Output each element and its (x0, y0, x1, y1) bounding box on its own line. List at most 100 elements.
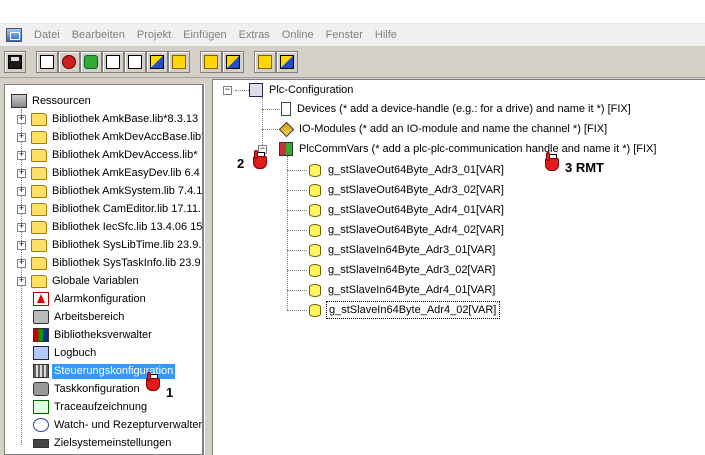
login-icon (172, 55, 186, 69)
tree-item-var[interactable]: g_stSlaveOut64Byte_Adr4_01[VAR] (309, 201, 506, 219)
logout-button[interactable] (200, 51, 222, 73)
target-system-icon (33, 438, 49, 448)
trace-icon (33, 400, 49, 414)
doc-icon (128, 55, 142, 69)
expand-toggle[interactable]: + (17, 133, 26, 142)
tree-root-ressourcen[interactable]: Ressourcen (11, 92, 93, 110)
tree-item-var[interactable]: g_stSlaveIn64Byte_Adr3_02[VAR] (309, 261, 497, 279)
hand-pointer-icon (146, 372, 160, 392)
tree-line (287, 170, 307, 171)
folder-icon (31, 202, 47, 216)
expand-toggle[interactable]: + (17, 241, 26, 250)
stop-icon (62, 55, 76, 69)
tree-item-systaskinfo[interactable]: Bibliothek SysTaskInfo.lib 23.9 (31, 254, 202, 272)
annotation-step-1: 1 (166, 385, 174, 400)
tree-item-arbeitsbereich[interactable]: Arbeitsbereich (33, 308, 126, 326)
device-icon (281, 102, 291, 116)
tree-item-io-modules[interactable]: IO-Modules (* add an IO-module and name … (278, 120, 609, 138)
tree-item-alarmkonfiguration[interactable]: Alarmkonfiguration (33, 290, 148, 308)
expand-toggle[interactable]: + (17, 205, 26, 214)
folder-icon (31, 238, 47, 252)
tree-item-syslibtime[interactable]: Bibliothek SysLibTime.lib 23.9. (31, 236, 202, 254)
menu-extras[interactable]: Extras (233, 24, 276, 46)
menu-einfuegen[interactable]: Einfügen (177, 24, 232, 46)
expand-toggle[interactable]: + (17, 277, 26, 286)
tree-line (287, 290, 307, 291)
variable-icon (309, 243, 321, 257)
hand-pointer-icon (253, 150, 267, 170)
tree-item-amkdevaccess[interactable]: Bibliothek AmkDevAccess.lib* (31, 146, 200, 164)
folder-icon (31, 184, 47, 198)
tree-item-bibliotheksverwalter[interactable]: Bibliotheksverwalter (33, 326, 154, 344)
panel-splitter[interactable] (204, 84, 212, 455)
folder-icon (31, 130, 47, 144)
tree-item-amksystem[interactable]: Bibliothek AmkSystem.lib 7.4.1 (31, 182, 202, 200)
menu-online[interactable]: Online (276, 24, 320, 46)
variable-icon (309, 203, 321, 217)
list-button[interactable] (102, 51, 124, 73)
menu-fenster[interactable]: Fenster (320, 24, 369, 46)
collapse-toggle[interactable]: − (223, 86, 232, 95)
tree-item-var[interactable]: g_stSlaveOut64Byte_Adr4_02[VAR] (309, 221, 506, 239)
magnifier-icon (33, 418, 49, 432)
compile-button[interactable] (36, 51, 58, 73)
online-button[interactable] (222, 51, 244, 73)
tree-item-zielsystemeinstellungen[interactable]: Zielsystemeinstellungen (33, 434, 173, 452)
task-icon (33, 382, 49, 396)
tree-item-var[interactable]: g_stSlaveIn64Byte_Adr4_02[VAR] (309, 301, 501, 319)
folder-icon (31, 274, 47, 288)
tree-item-amkeasydev[interactable]: Bibliothek AmkEasyDev.lib 6.4 (31, 164, 202, 182)
load-button[interactable] (146, 51, 168, 73)
tree-line (287, 310, 307, 311)
plc-configuration-panel: − Plc-Configuration Devices (* add a dev… (212, 79, 705, 455)
io-module-icon (278, 121, 295, 137)
tree-item-var[interactable]: g_stSlaveIn64Byte_Adr3_01[VAR] (309, 241, 497, 259)
tree-item-var[interactable]: g_stSlaveOut64Byte_Adr3_02[VAR] (309, 181, 506, 199)
tree-item-taskkonfiguration[interactable]: Taskkonfiguration (33, 380, 142, 398)
login-button[interactable] (168, 51, 190, 73)
tree-line (287, 156, 288, 310)
tree-item-devices[interactable]: Devices (* add a device-handle (e.g.: fo… (281, 100, 633, 118)
menu-projekt[interactable]: Projekt (131, 24, 177, 46)
step-button[interactable] (80, 51, 102, 73)
folder-icon (31, 148, 47, 162)
expand-toggle[interactable]: + (17, 187, 26, 196)
variable-icon (309, 223, 321, 237)
offline-icon (258, 55, 272, 69)
expand-toggle[interactable]: + (17, 259, 26, 268)
expand-toggle[interactable]: + (17, 115, 26, 124)
plc-icon (249, 83, 263, 97)
save-button[interactable] (4, 51, 26, 73)
save-icon (8, 55, 22, 69)
resources-panel: Ressourcen + Bibliothek AmkBase.lib*8.3.… (4, 84, 204, 455)
tree-item-globale-variablen[interactable]: Globale Variablen (31, 272, 141, 290)
offline-button[interactable] (254, 51, 276, 73)
tree-item-amkdevaccbase[interactable]: Bibliothek AmkDevAccBase.lib* (31, 128, 202, 146)
expand-toggle[interactable]: + (17, 169, 26, 178)
menu-bearbeiten[interactable]: Bearbeiten (66, 24, 131, 46)
variable-icon (309, 183, 321, 197)
variable-icon (309, 283, 321, 297)
menu-hilfe[interactable]: Hilfe (369, 24, 403, 46)
tree-line (287, 210, 307, 211)
menu-datei[interactable]: Datei (28, 24, 66, 46)
expand-toggle[interactable]: + (17, 223, 26, 232)
app-icon[interactable] (6, 28, 22, 42)
tree-item-var[interactable]: g_stSlaveIn64Byte_Adr4_01[VAR] (309, 281, 497, 299)
stop-button[interactable] (58, 51, 80, 73)
doc-button[interactable] (124, 51, 146, 73)
tree-item-plccommvars[interactable]: PlcCommVars (* add a plc-plc-communicati… (279, 140, 658, 158)
tree-item-amkbase[interactable]: Bibliothek AmkBase.lib*8.3.13 (31, 110, 200, 128)
tree-item-var[interactable]: g_stSlaveOut64Byte_Adr3_01[VAR] (309, 161, 506, 179)
tree-item-logbuch[interactable]: Logbuch (33, 344, 98, 362)
tree-item-cameditor[interactable]: Bibliothek CamEditor.lib 17.11. (31, 200, 202, 218)
tree-item-traceaufzeichnung[interactable]: Traceaufzeichnung (33, 398, 149, 416)
tree-root-plc-configuration[interactable]: Plc-Configuration (249, 81, 355, 99)
tree-item-watch-rezeptur[interactable]: Watch- und Rezepturverwalter (33, 416, 202, 434)
online-icon (226, 55, 240, 69)
expand-toggle[interactable]: + (17, 151, 26, 160)
config-button[interactable] (276, 51, 298, 73)
tree-item-iecsfc[interactable]: Bibliothek IecSfc.lib 13.4.06 15 (31, 218, 202, 236)
tree-line (287, 190, 307, 191)
menu-bar: Datei Bearbeiten Projekt Einfügen Extras… (0, 24, 705, 46)
